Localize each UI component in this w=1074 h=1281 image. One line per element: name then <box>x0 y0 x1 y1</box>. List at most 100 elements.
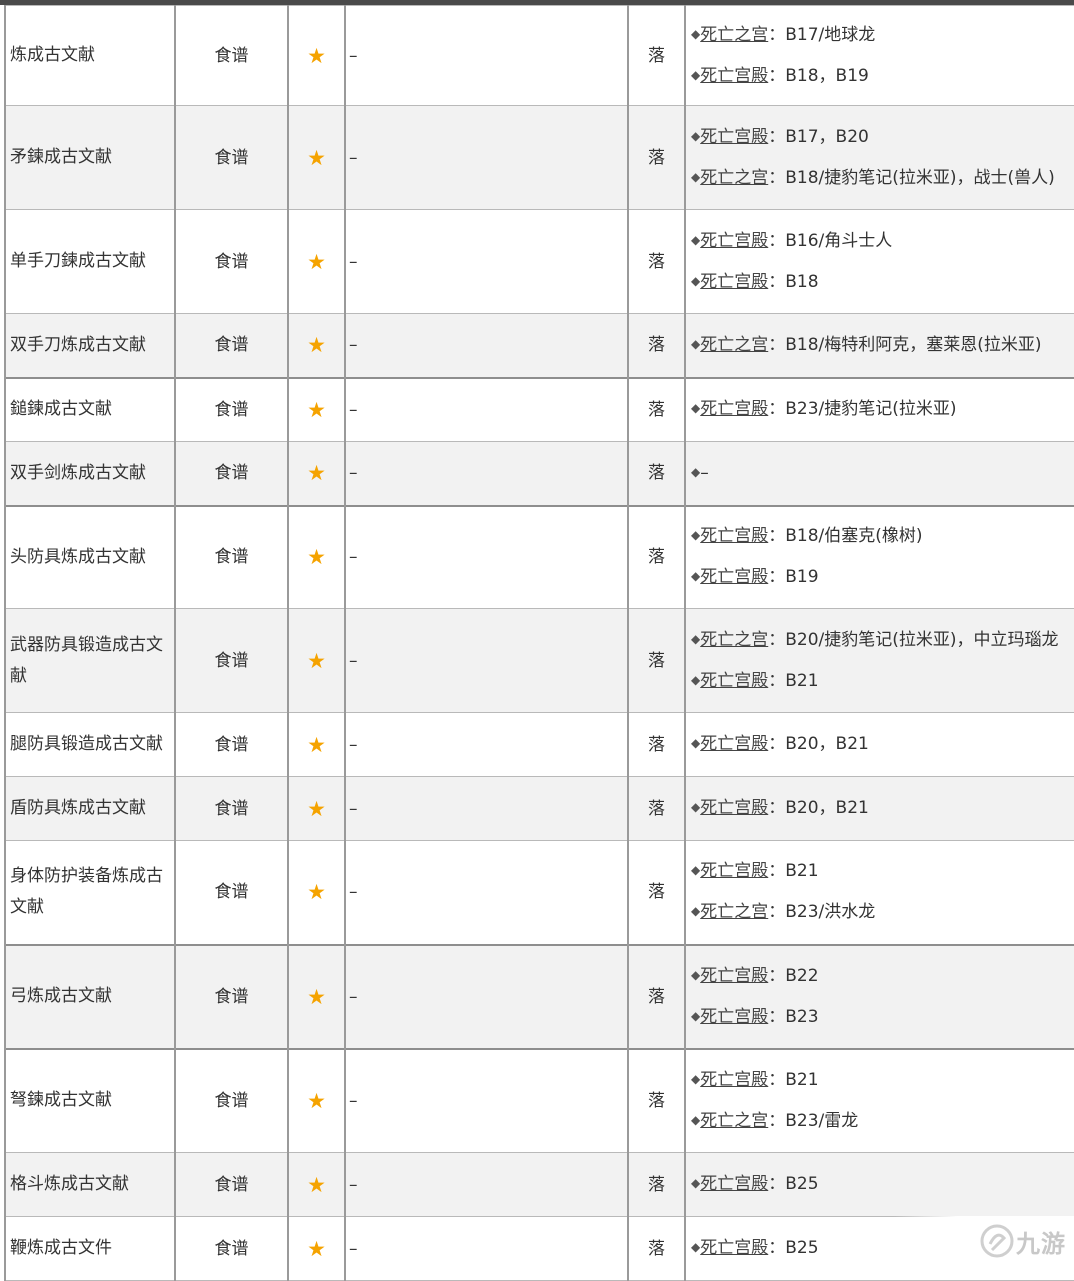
source-cell: ◆死亡宫殿：B17，B20 ◆死亡之宫：B18/捷豹笔记(拉米亚)，战士(兽人) <box>684 105 1074 210</box>
location-link[interactable]: 死亡之宫 <box>700 902 768 922</box>
source-detail: ：B21 <box>768 861 819 882</box>
source-detail: ：B18 <box>768 271 819 292</box>
item-name-cell: 弩鍊成古文献 <box>4 1047 176 1153</box>
source-detail: ：B17/地球龙 <box>768 24 876 45</box>
location-link[interactable]: 死亡之宫 <box>700 335 768 355</box>
table-row: 身体防护装备炼成古文献 食谱 ★ – 落 ◆死亡宫殿：B21 ◆死亡之宫：B23/洪水龙 <box>4 840 1074 945</box>
source-detail: – <box>700 462 709 483</box>
note-cell: – <box>344 313 629 378</box>
note-cell: – <box>344 441 629 506</box>
location-link[interactable]: 死亡宫殿 <box>700 1070 768 1090</box>
source-line: ◆死亡之宫：B17/地球龙 <box>691 15 1074 56</box>
table-row: 格斗炼成古文献 食谱 ★ – 落 ◆死亡宫殿：B25 <box>4 1152 1074 1217</box>
item-name-cell: 单手刀鍊成古文献 <box>4 209 176 314</box>
drop-type-cell: 落 <box>627 712 686 777</box>
recipe-table: 炼成古文献 食谱 ★ – 落 ◆死亡之宫：B17/地球龙 ◆死亡宫殿：B18，B19 矛鍊成古… <box>4 5 1074 1281</box>
note-cell: – <box>344 943 629 1049</box>
nine-game-logo-icon <box>980 1224 1014 1258</box>
drop-type-cell: 落 <box>627 1216 686 1281</box>
source-line: ◆死亡之宫：B23/雷龙 <box>691 1101 1074 1142</box>
location-link[interactable]: 死亡宫殿 <box>700 231 768 251</box>
source-detail: ：B21 <box>768 670 819 691</box>
location-link[interactable]: 死亡宫殿 <box>700 399 768 419</box>
item-type-cell: 食谱 <box>174 776 289 841</box>
source-detail: ：B17，B20 <box>768 126 869 147</box>
source-line: ◆死亡宫殿：B17，B20 <box>691 117 1074 158</box>
location-link[interactable]: 死亡之宫 <box>700 630 768 650</box>
location-link[interactable]: 死亡宫殿 <box>700 966 768 986</box>
item-type-cell: 食谱 <box>174 840 289 945</box>
table-row: 鎚鍊成古文献 食谱 ★ – 落 ◆死亡宫殿：B23/捷豹笔记(拉米亚) <box>4 376 1074 442</box>
source-detail: ：B23/雷龙 <box>768 1110 859 1131</box>
location-link[interactable]: 死亡宫殿 <box>700 127 768 147</box>
table-row: 单手刀鍊成古文献 食谱 ★ – 落 ◆死亡宫殿：B16/角斗士人 ◆死亡宫殿：B18 <box>4 209 1074 314</box>
note-cell: – <box>344 376 629 442</box>
drop-type-cell: 落 <box>627 209 686 314</box>
rarity-star-icon: ★ <box>287 776 346 841</box>
source-line: ◆死亡宫殿：B18 <box>691 262 1074 303</box>
location-link[interactable]: 死亡宫殿 <box>700 1174 768 1194</box>
note-cell: – <box>344 776 629 841</box>
location-link[interactable]: 死亡宫殿 <box>700 66 768 86</box>
source-detail: ：B20，B21 <box>768 734 869 754</box>
table-row: 腿防具锻造成古文献 食谱 ★ – 落 ◆死亡宫殿：B20，B21 <box>4 712 1074 777</box>
source-cell: ◆死亡宫殿：B23/捷豹笔记(拉米亚) <box>684 376 1074 442</box>
location-link[interactable]: 死亡宫殿 <box>700 798 768 818</box>
diamond-bullet-icon: ◆ <box>691 1176 701 1190</box>
location-link[interactable]: 死亡宫殿 <box>700 526 768 546</box>
source-detail: ：B19 <box>768 567 819 588</box>
table-row: 弩鍊成古文献 食谱 ★ – 落 ◆死亡宫殿：B21 ◆死亡之宫：B23/雷龙 <box>4 1047 1074 1153</box>
item-name-cell: 鎚鍊成古文献 <box>4 376 176 442</box>
item-type-cell: 食谱 <box>174 504 289 609</box>
rarity-star-icon: ★ <box>287 313 346 378</box>
rarity-star-icon: ★ <box>287 209 346 314</box>
item-name-cell: 武器防具锻造成古文献 <box>4 608 176 713</box>
source-cell: ◆死亡宫殿：B25 <box>684 1152 1074 1217</box>
diamond-bullet-icon: ◆ <box>691 232 701 247</box>
source-line: ◆死亡宫殿：B21 <box>691 1060 1074 1101</box>
source-cell: ◆死亡之宫：B17/地球龙 ◆死亡宫殿：B18，B19 <box>684 5 1074 106</box>
note-cell: – <box>344 712 629 777</box>
diamond-bullet-icon: ◆ <box>691 128 701 143</box>
diamond-bullet-icon: ◆ <box>691 528 701 543</box>
item-name-cell: 格斗炼成古文献 <box>4 1152 176 1217</box>
diamond-bullet-icon: ◆ <box>691 464 701 479</box>
location-link[interactable]: 死亡之宫 <box>700 168 768 188</box>
drop-type-cell: 落 <box>627 504 686 609</box>
source-line: ◆死亡宫殿：B22 <box>691 956 1074 997</box>
location-link[interactable]: 死亡之宫 <box>700 1111 768 1131</box>
diamond-bullet-icon: ◆ <box>691 26 701 41</box>
location-link[interactable]: 死亡宫殿 <box>700 671 768 691</box>
location-link[interactable]: 死亡宫殿 <box>700 272 768 292</box>
drop-type-cell: 落 <box>627 1047 686 1153</box>
rarity-star-icon: ★ <box>287 608 346 713</box>
drop-type-cell: 落 <box>627 1152 686 1217</box>
location-link[interactable]: 死亡之宫 <box>700 25 768 45</box>
source-cell: ◆死亡宫殿：B21 ◆死亡之宫：B23/洪水龙 <box>684 840 1074 945</box>
note-cell: – <box>344 5 629 106</box>
diamond-bullet-icon: ◆ <box>691 1112 701 1127</box>
source-cell: ◆死亡宫殿：B22 ◆死亡宫殿：B23 <box>684 943 1074 1049</box>
source-line: ◆死亡之宫：B18/捷豹笔记(拉米亚)，战士(兽人) <box>691 158 1074 199</box>
diamond-bullet-icon: ◆ <box>691 631 701 646</box>
location-link[interactable]: 死亡宫殿 <box>700 1007 768 1027</box>
source-cell: ◆死亡宫殿：B18/伯塞克(橡树) ◆死亡宫殿：B19 <box>684 504 1074 609</box>
rarity-star-icon: ★ <box>287 376 346 442</box>
source-line: ◆死亡宫殿：B20，B21 <box>691 788 1074 829</box>
location-link[interactable]: 死亡宫殿 <box>700 861 768 881</box>
location-link[interactable]: 死亡宫殿 <box>700 734 768 754</box>
source-line: ◆死亡之宫：B18/梅特利阿克，塞莱恩(拉米亚) <box>691 325 1074 366</box>
location-link[interactable]: 死亡宫殿 <box>700 1238 768 1258</box>
source-line: ◆死亡之宫：B23/洪水龙 <box>691 892 1074 933</box>
drop-type-cell: 落 <box>627 105 686 210</box>
table-row: 头防具炼成古文献 食谱 ★ – 落 ◆死亡宫殿：B18/伯塞克(橡树) ◆死亡宫殿：B19 <box>4 504 1074 609</box>
source-line: ◆死亡宫殿：B20，B21 <box>691 724 1074 765</box>
diamond-bullet-icon: ◆ <box>691 967 701 982</box>
rarity-star-icon: ★ <box>287 1216 346 1281</box>
diamond-bullet-icon: ◆ <box>691 736 701 750</box>
location-link[interactable]: 死亡宫殿 <box>700 567 768 587</box>
source-line: ◆– <box>691 453 1074 494</box>
note-cell: – <box>344 504 629 609</box>
source-line: ◆死亡宫殿：B19 <box>691 557 1074 598</box>
item-name-cell: 腿防具锻造成古文献 <box>4 712 176 777</box>
